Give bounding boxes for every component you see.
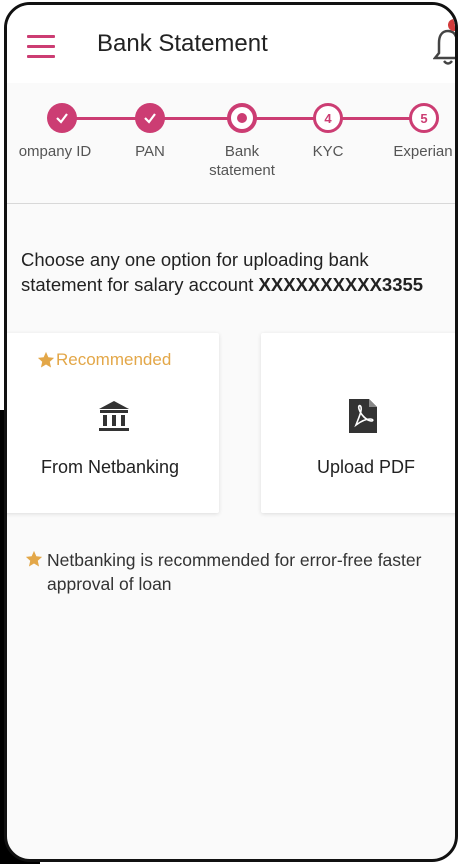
account-number: XXXXXXXXXX3355: [258, 274, 424, 295]
bank-icon: [99, 401, 129, 431]
upload-pdf-option-card[interactable]: Upload PDF: [261, 333, 455, 513]
notification-bell-icon[interactable]: [433, 25, 458, 67]
recommendation-note: Netbanking is recommended for error-free…: [25, 548, 455, 596]
step-pan-done-icon: [135, 103, 165, 133]
netbanking-option-label: From Netbanking: [40, 457, 180, 477]
phone-frame: Bank Statement 4 5 ompany ID PAN Bank st…: [4, 2, 458, 862]
hamburger-menu-icon[interactable]: [27, 35, 55, 58]
step-experian-number: 5: [409, 103, 439, 133]
pdf-file-icon: [349, 399, 377, 433]
section-divider: [7, 203, 455, 204]
app-header: Bank Statement: [7, 5, 455, 83]
step-label-kyc: KYC: [312, 143, 344, 160]
star-icon: [37, 351, 55, 368]
upload-instruction: Choose any one option for uploading bank…: [21, 247, 455, 297]
star-icon: [25, 550, 43, 567]
step-label-bank-statement: Bank statement: [209, 143, 275, 179]
step-company-id-done-icon: [47, 103, 77, 133]
step-label-company-id: ompany ID: [18, 143, 92, 160]
upload-pdf-option-label: Upload PDF: [316, 457, 416, 477]
netbanking-option-card[interactable]: Recommended From Netbanking: [7, 333, 219, 513]
step-bank-statement-current-icon: [227, 103, 257, 133]
notification-badge: [448, 19, 455, 31]
step-label-experian: Experian: [393, 143, 453, 160]
page-title: Bank Statement: [97, 30, 268, 57]
step-kyc-number: 4: [313, 103, 343, 133]
progress-stepper: 4 5 ompany ID PAN Bank statement KYC Exp…: [7, 97, 455, 187]
note-text: Netbanking is recommended for error-free…: [47, 550, 422, 594]
recommended-badge: Recommended: [37, 350, 171, 370]
recommended-label: Recommended: [56, 350, 172, 369]
step-label-pan: PAN: [135, 143, 165, 160]
